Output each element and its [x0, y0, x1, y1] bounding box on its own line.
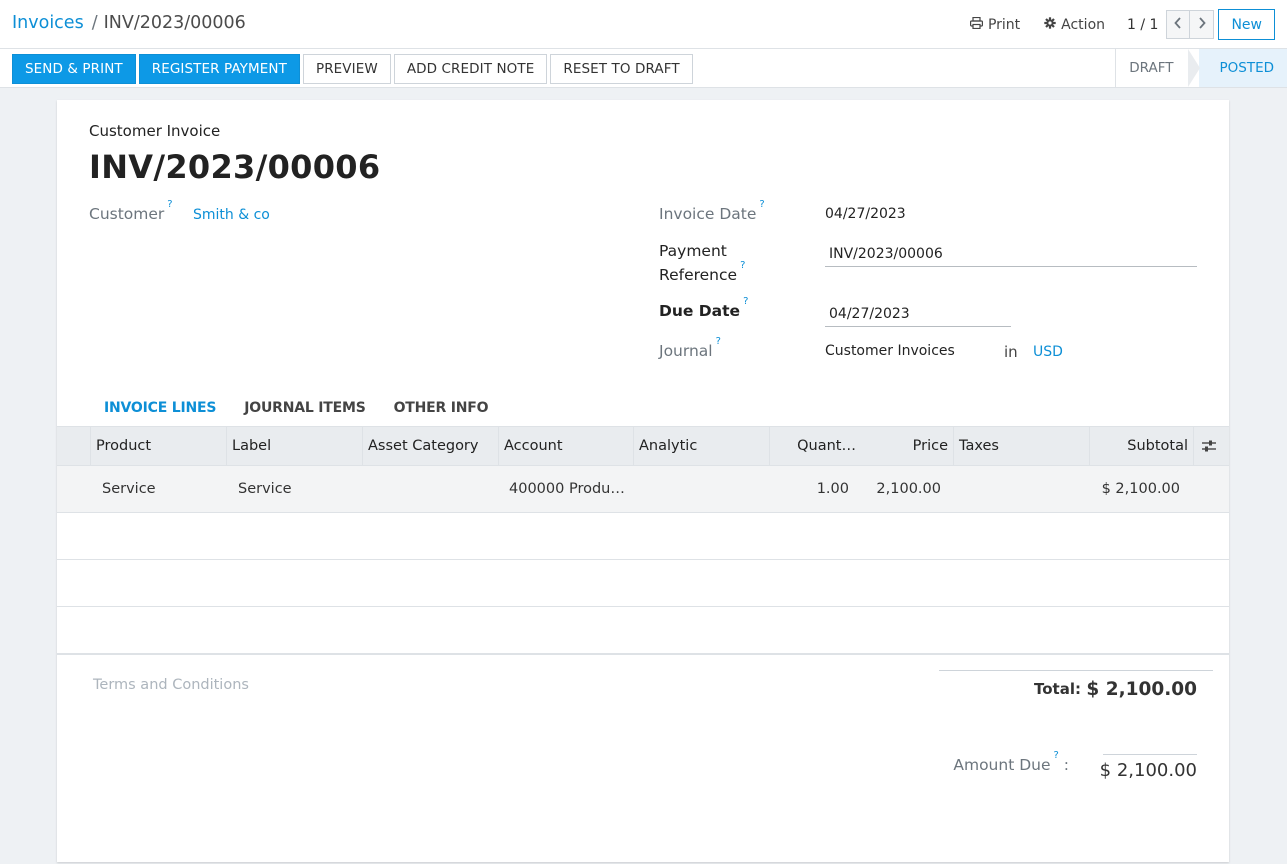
- notebook-tabs: INVOICE LINES JOURNAL ITEMS OTHER INFO: [90, 397, 502, 426]
- send-print-button[interactable]: SEND & PRINT: [12, 54, 136, 84]
- print-button[interactable]: Print: [969, 16, 1021, 33]
- column-header-asset-category[interactable]: Asset Category: [362, 427, 498, 466]
- customer-field[interactable]: Smith & co: [193, 207, 270, 223]
- totals-divider: [939, 670, 1213, 671]
- tab-journal-items[interactable]: JOURNAL ITEMS: [230, 397, 379, 426]
- amount-due-label: Amount Due? :: [953, 750, 1069, 775]
- journal-value: Customer Invoices: [825, 343, 955, 359]
- status-states: DRAFT POSTED: [1115, 49, 1287, 87]
- chevron-right-icon: [1198, 16, 1206, 33]
- help-icon[interactable]: ?: [1054, 750, 1059, 761]
- breadcrumb-current: INV/2023/00006: [103, 13, 246, 33]
- help-icon[interactable]: ?: [759, 199, 764, 210]
- customer-label: Customer?: [89, 199, 173, 224]
- reset-to-draft-button[interactable]: RESET TO DRAFT: [550, 54, 693, 84]
- help-icon[interactable]: ?: [167, 199, 172, 210]
- cell-price[interactable]: 2,100.00: [861, 466, 941, 512]
- column-header-subtotal[interactable]: Subtotal: [1089, 427, 1193, 466]
- column-settings-button[interactable]: [1193, 427, 1229, 466]
- invoice-date-value: 04/27/2023: [825, 206, 906, 222]
- chevron-left-icon: [1174, 16, 1182, 33]
- action-buttons: SEND & PRINT REGISTER PAYMENT PREVIEW AD…: [12, 54, 696, 84]
- cell-subtotal: $ 2,100.00: [1101, 481, 1180, 497]
- help-icon[interactable]: ?: [716, 336, 721, 347]
- breadcrumb: Invoices / INV/2023/00006: [12, 12, 246, 34]
- control-panel-actions: Print Action 1 / 1 New: [946, 9, 1275, 40]
- payment-reference-label: Payment: [659, 242, 727, 260]
- pager-value[interactable]: 1 / 1: [1127, 17, 1158, 33]
- cell-asset-category[interactable]: [374, 466, 494, 512]
- invoice-sheet: Customer Invoice INV/2023/00006 Customer…: [57, 100, 1229, 862]
- amount-due-divider: [1103, 754, 1197, 755]
- new-button[interactable]: New: [1218, 9, 1275, 40]
- payment-reference-label-line2: Reference?: [659, 260, 746, 285]
- document-type: Customer Invoice: [89, 122, 221, 140]
- journal-in-text: in: [1004, 343, 1018, 361]
- table-header: Product Label Asset Category Account Ana…: [57, 426, 1229, 466]
- total-label: Total:: [1034, 680, 1081, 698]
- column-header-product[interactable]: Product: [90, 427, 226, 466]
- help-icon[interactable]: ?: [740, 260, 745, 271]
- payment-reference-input[interactable]: INV/2023/00006: [825, 243, 1197, 267]
- cell-analytic[interactable]: [645, 466, 765, 512]
- cell-product[interactable]: Service: [102, 466, 222, 512]
- table-divider: [57, 654, 1229, 655]
- print-label: Print: [987, 16, 1021, 33]
- preview-button[interactable]: PREVIEW: [302, 54, 391, 84]
- printer-icon: [969, 16, 988, 33]
- tab-other-info[interactable]: OTHER INFO: [380, 397, 503, 426]
- invoice-lines-table: Product Label Asset Category Account Ana…: [57, 426, 1229, 655]
- total-value: $ 2,100.00: [1086, 679, 1197, 700]
- add-credit-note-button[interactable]: ADD CREDIT NOTE: [393, 54, 548, 84]
- action-label: Action: [1061, 16, 1106, 33]
- terms-and-conditions-input[interactable]: Terms and Conditions: [93, 677, 249, 693]
- state-posted[interactable]: POSTED: [1199, 49, 1287, 87]
- tab-invoice-lines[interactable]: INVOICE LINES: [90, 397, 231, 426]
- breadcrumb-invoices-link[interactable]: Invoices: [12, 13, 84, 33]
- cell-taxes[interactable]: [965, 466, 1085, 512]
- currency-field[interactable]: USD: [1033, 344, 1063, 360]
- breadcrumb-separator: /: [91, 13, 98, 33]
- control-panel: Invoices / INV/2023/00006 Print Action 1 /…: [0, 0, 1287, 48]
- status-bar: SEND & PRINT REGISTER PAYMENT PREVIEW AD…: [0, 48, 1287, 88]
- action-button[interactable]: Action: [1044, 17, 1105, 33]
- cell-label[interactable]: Service: [238, 466, 358, 512]
- column-header-analytic[interactable]: Analytic: [633, 427, 769, 466]
- help-icon[interactable]: ?: [743, 296, 748, 307]
- invoice-number: INV/2023/00006: [89, 148, 381, 186]
- journal-label: Journal?: [659, 336, 721, 361]
- pager-previous-button[interactable]: [1166, 10, 1191, 39]
- column-header-price[interactable]: Price: [861, 427, 953, 466]
- column-header-label[interactable]: Label: [226, 427, 362, 466]
- gear-icon: [1044, 16, 1061, 33]
- invoice-date-label: Invoice Date?: [659, 199, 765, 224]
- due-date-input[interactable]: 04/27/2023: [825, 303, 1011, 327]
- register-payment-button[interactable]: REGISTER PAYMENT: [138, 54, 300, 84]
- sliders-icon: [1202, 438, 1216, 454]
- cell-account[interactable]: 400000 Produ…: [509, 466, 629, 512]
- empty-row: [57, 513, 1229, 560]
- amount-due-value: $ 2,100.00: [1099, 760, 1197, 781]
- column-header-quantity[interactable]: Quant…: [769, 427, 861, 466]
- empty-row: [57, 560, 1229, 607]
- due-date-label: Due Date?: [659, 296, 749, 321]
- empty-row: [57, 607, 1229, 654]
- pager-next-button[interactable]: [1190, 10, 1215, 39]
- column-header-taxes[interactable]: Taxes: [953, 427, 1089, 466]
- state-draft[interactable]: DRAFT: [1115, 49, 1201, 87]
- table-row[interactable]: Service Service 400000 Produ… 1.00 2,100…: [57, 466, 1229, 513]
- cell-quantity[interactable]: 1.00: [769, 466, 849, 512]
- column-header-account[interactable]: Account: [498, 427, 633, 466]
